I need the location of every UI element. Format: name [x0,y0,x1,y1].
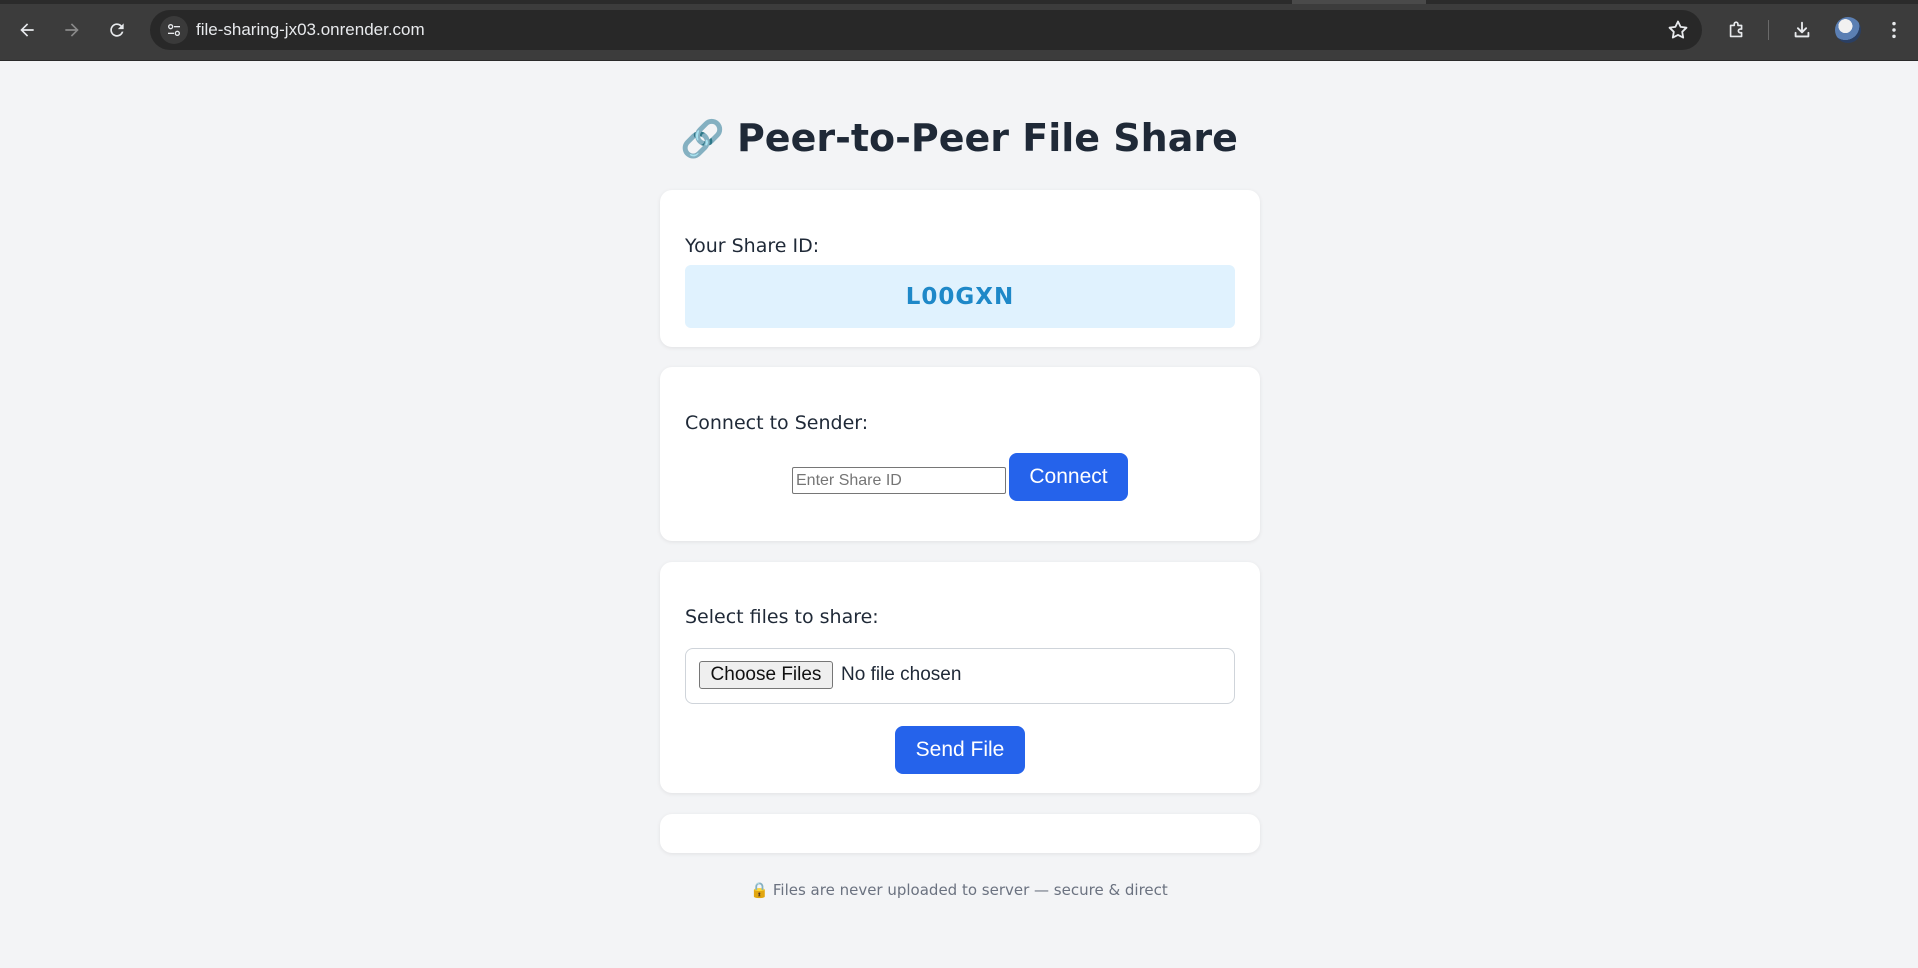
file-input[interactable]: Choose Files No file chosen [685,648,1235,704]
reload-button[interactable] [100,13,134,47]
puzzle-icon [1729,21,1743,38]
lock-icon: 🔒 [750,881,769,899]
link-icon: 🔗 [680,119,725,160]
choose-files-button[interactable]: Choose Files [699,661,833,689]
browser-toolbar: file-sharing-jx03.onrender.com [0,0,1918,61]
footer-note: 🔒 Files are never uploaded to server — se… [0,881,1918,899]
download-icon [1794,21,1810,38]
page-title-text: Peer-to-Peer File Share [736,116,1238,160]
site-info-button[interactable] [160,16,188,44]
menu-button[interactable] [1878,14,1910,46]
tune-icon [168,23,180,36]
page-title: 🔗 Peer-to-Peer File Share [0,116,1918,160]
connect-button[interactable]: Connect [1009,453,1128,501]
back-arrow-icon [20,23,34,37]
forward-arrow-icon [65,23,79,37]
page-content: 🔗 Peer-to-Peer File Share Your Share ID: … [0,61,1918,968]
file-status-text: No file chosen [841,664,962,685]
url-text[interactable]: file-sharing-jx03.onrender.com [196,20,425,40]
connect-label: Connect to Sender: [685,412,869,434]
reload-icon [110,23,124,37]
status-card [660,814,1260,853]
toolbar-divider [1768,20,1769,40]
extensions-button[interactable] [1721,14,1753,46]
connect-card: Connect to Sender: Connect [660,367,1260,541]
forward-button[interactable] [55,13,89,47]
share-id-label: Your Share ID: [685,235,820,257]
send-files-card: Select files to share: Choose Files No f… [660,562,1260,793]
tab-strip-segment [1292,0,1426,4]
share-id-card: Your Share ID: L00GXN [660,190,1260,347]
back-button[interactable] [10,13,44,47]
downloads-button[interactable] [1786,14,1818,46]
send-file-button[interactable]: Send File [895,726,1025,774]
footer-text: Files are never uploaded to server — sec… [772,881,1168,899]
address-bar[interactable]: file-sharing-jx03.onrender.com [150,10,1702,50]
tab-strip [0,0,1918,4]
share-id-display: L00GXN [685,265,1235,328]
star-icon[interactable] [1666,18,1690,42]
avatar[interactable] [1835,17,1861,43]
kebab-menu-icon [1892,21,1896,39]
share-id-input[interactable] [792,467,1006,494]
select-files-label: Select files to share: [685,606,879,628]
